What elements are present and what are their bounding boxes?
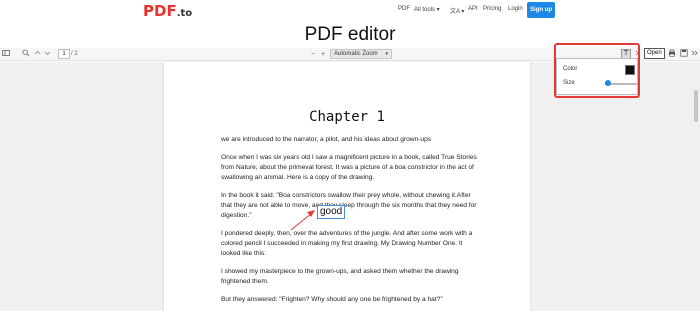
nav-login-link[interactable]: Login (508, 6, 523, 12)
nav-pricing-link[interactable]: Pricing (483, 6, 501, 12)
page-title: PDF editor (304, 24, 396, 45)
open-file-button[interactable]: Open (644, 48, 665, 59)
page-number-input[interactable]: 1 (58, 49, 70, 59)
size-label: Size (563, 80, 575, 86)
double-chevron-right-icon[interactable] (691, 49, 699, 61)
text-properties-popup: Color Size (556, 58, 638, 95)
site-header: PDF.to PDF All tools ▾ 文A ▾ API Pricing … (0, 0, 700, 22)
nav-pdf-link[interactable]: PDF (398, 6, 410, 12)
language-selector[interactable]: 文A ▾ (450, 6, 464, 15)
scrollbar-thumb[interactable] (694, 90, 698, 122)
logo[interactable]: PDF.to (143, 2, 192, 20)
logo-tld: .to (176, 8, 193, 19)
zoom-select[interactable]: Automatic Zoom ▾ (330, 49, 392, 59)
zoom-in-button[interactable]: + (321, 49, 325, 60)
text-annotation[interactable]: good (317, 205, 346, 219)
sign-up-button[interactable]: Sign up (527, 2, 555, 18)
vertical-scrollbar[interactable] (692, 62, 700, 311)
print-icon[interactable] (668, 49, 676, 61)
pdf-page: Chapter 1 we are introduced to the narra… (164, 62, 530, 311)
size-slider-handle[interactable] (605, 80, 612, 86)
search-icon[interactable] (22, 49, 30, 61)
color-picker[interactable] (625, 65, 635, 75)
sidebar-toggle-icon[interactable] (2, 49, 10, 61)
color-label: Color (563, 66, 578, 72)
nav-all-tools-menu[interactable]: All tools ▾ (414, 6, 440, 13)
page-total: / 2 (71, 51, 78, 57)
save-icon[interactable] (680, 49, 688, 61)
zoom-out-button[interactable]: − (311, 49, 315, 60)
previous-page-icon[interactable] (34, 49, 41, 61)
annotation-arrow-icon (290, 210, 315, 231)
nav-api-link[interactable]: API (468, 6, 478, 12)
zoom-value: Automatic Zoom (334, 51, 378, 57)
chevron-down-icon: ▾ (385, 51, 388, 57)
next-page-icon[interactable] (44, 49, 51, 61)
logo-main: PDF (143, 2, 177, 20)
